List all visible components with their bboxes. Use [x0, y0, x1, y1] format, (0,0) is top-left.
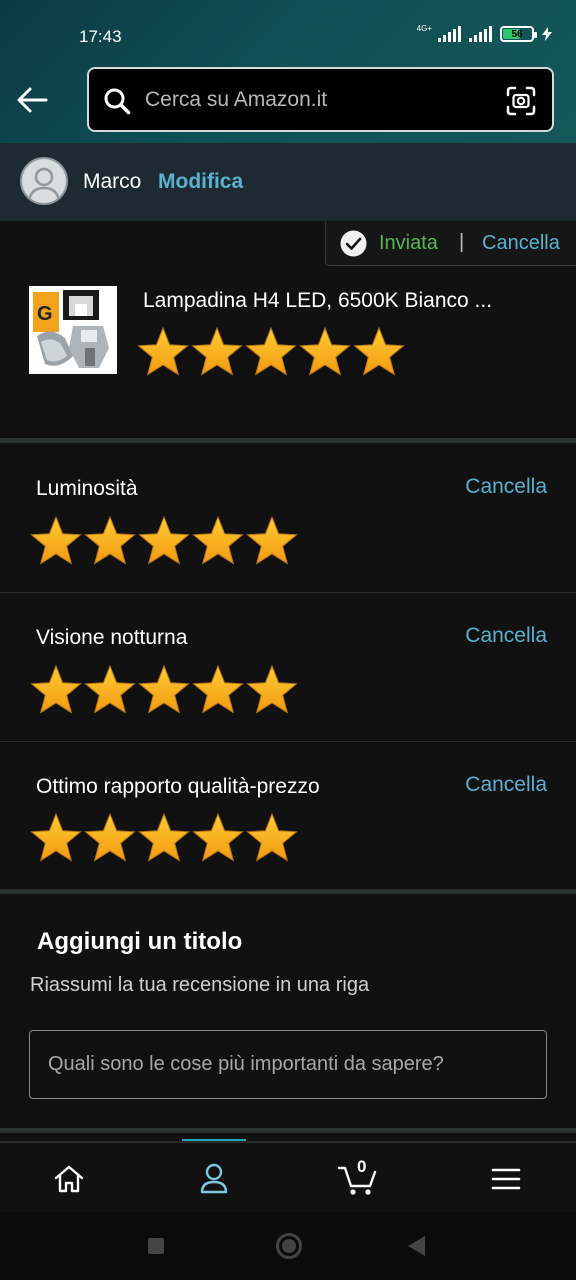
submission-status-panel: Inviata | Cancella — [325, 221, 576, 266]
attribute-star-rating-visione-notturna[interactable] — [29, 664, 299, 714]
bottom-nav — [0, 1141, 576, 1212]
submission-status: Inviata — [379, 232, 438, 254]
star-icon[interactable] — [137, 664, 191, 714]
section-divider — [0, 1128, 576, 1133]
user-icon — [200, 1163, 228, 1193]
nav-menu[interactable] — [470, 1143, 542, 1214]
edit-profile-link[interactable]: Modifica — [158, 170, 243, 194]
star-icon[interactable] — [245, 515, 299, 565]
battery-icon: 56 — [500, 26, 537, 42]
led-bulb-product-image: G — [29, 286, 117, 374]
attribute-star-rating-rapporto-qualita-prezzo[interactable] — [29, 812, 299, 862]
star-icon[interactable] — [83, 664, 137, 714]
product-star-rating[interactable] — [136, 326, 406, 376]
app-header: 17:43 4G+ 56 — [0, 0, 576, 143]
separator: | — [459, 231, 465, 253]
row-divider — [0, 592, 576, 593]
star-icon[interactable] — [191, 515, 245, 565]
system-nav-bar — [0, 1212, 576, 1280]
search-icon — [104, 88, 131, 115]
star-icon[interactable] — [29, 515, 83, 565]
system-back-button[interactable] — [408, 1236, 425, 1256]
star-icon[interactable] — [244, 326, 298, 376]
svg-text:G: G — [37, 303, 53, 325]
star-icon[interactable] — [298, 326, 352, 376]
attribute-cancel-visione-notturna[interactable]: Cancella — [465, 624, 547, 648]
signal-icon-2 — [469, 26, 492, 42]
product-title: Lampadina H4 LED, 6500K Bianco ... — [143, 289, 493, 312]
product-image: G — [29, 286, 117, 374]
nav-cart[interactable] — [322, 1143, 394, 1214]
review-title-heading: Aggiungi un titolo — [37, 928, 243, 955]
search-bar[interactable] — [87, 67, 554, 132]
status-time: 17:43 — [79, 27, 122, 46]
home-button[interactable] — [276, 1233, 302, 1259]
star-icon[interactable] — [191, 664, 245, 714]
attribute-cancel-rapporto-qualita-prezzo[interactable]: Cancella — [465, 773, 547, 797]
cart-count: 0 — [357, 1157, 367, 1176]
star-icon[interactable] — [137, 812, 191, 862]
section-divider — [0, 438, 576, 443]
star-icon[interactable] — [352, 326, 406, 376]
star-icon[interactable] — [136, 326, 190, 376]
star-icon[interactable] — [137, 515, 191, 565]
arrow-left-icon — [17, 87, 48, 113]
profile-bar: Marco Modifica — [0, 143, 576, 221]
star-icon[interactable] — [83, 515, 137, 565]
status-bar: 17:43 4G+ 56 — [0, 0, 576, 60]
battery-level: 56 — [511, 28, 523, 40]
attribute-label-visione-notturna: Visione notturna — [36, 626, 188, 649]
nav-account[interactable] — [178, 1143, 250, 1214]
star-icon[interactable] — [190, 326, 244, 376]
row-divider — [0, 741, 576, 742]
menu-icon — [491, 1168, 521, 1189]
attribute-cancel-luminosita[interactable]: Cancella — [465, 475, 547, 499]
network-type: 4G+ — [416, 23, 432, 33]
cancel-submission-link[interactable]: Cancella — [482, 232, 560, 255]
status-icons: 4G+ 56 — [416, 23, 552, 42]
star-icon[interactable] — [83, 812, 137, 862]
person-icon — [27, 167, 61, 202]
star-icon[interactable] — [245, 664, 299, 714]
camera-scan-icon[interactable] — [506, 86, 536, 116]
review-title-subheading: Riassumi la tua recensione in una riga — [30, 974, 370, 996]
star-icon[interactable] — [191, 812, 245, 862]
search-input[interactable] — [145, 79, 485, 121]
star-icon[interactable] — [29, 664, 83, 714]
back-button[interactable] — [14, 82, 50, 118]
nav-home[interactable] — [33, 1143, 105, 1214]
charging-bolt-icon — [542, 27, 552, 41]
section-divider — [0, 889, 576, 894]
review-title-input[interactable] — [29, 1030, 547, 1099]
check-circle-icon — [340, 230, 367, 257]
star-icon[interactable] — [29, 812, 83, 862]
star-icon[interactable] — [245, 812, 299, 862]
signal-icon — [438, 26, 461, 42]
attribute-label-luminosita: Luminosità — [36, 477, 138, 500]
profile-name: Marco — [83, 170, 142, 193]
recent-apps-button[interactable] — [148, 1238, 164, 1254]
avatar — [20, 157, 68, 205]
attribute-star-rating-luminosita[interactable] — [29, 515, 299, 565]
home-icon — [54, 1165, 84, 1192]
attribute-label-rapporto-qualita-prezzo: Ottimo rapporto qualità-prezzo — [36, 775, 320, 798]
